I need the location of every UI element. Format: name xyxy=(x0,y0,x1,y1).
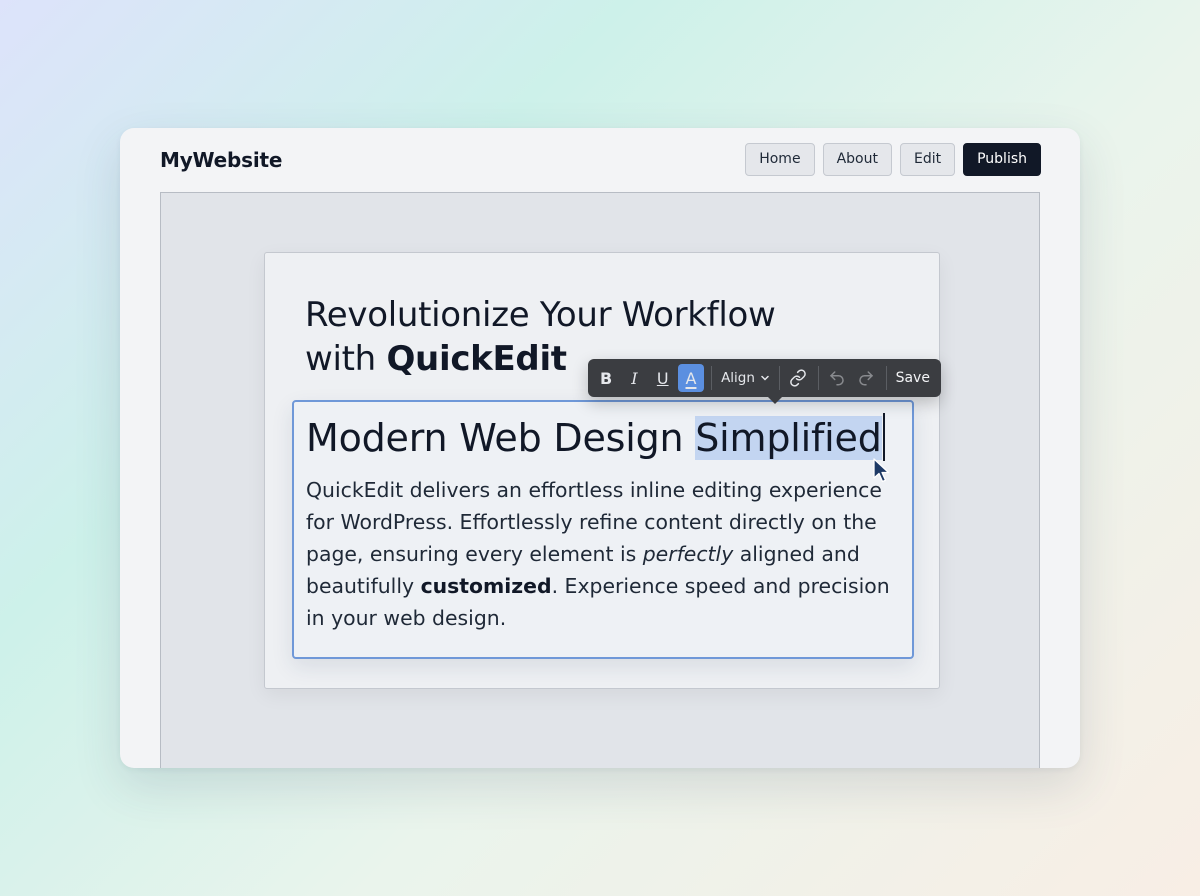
align-label: Align xyxy=(721,370,755,386)
link-icon xyxy=(790,369,806,387)
undo-button[interactable] xyxy=(824,364,850,392)
browser-window: MyWebsite Home About Edit Publish Revolu… xyxy=(120,128,1080,768)
text-color-button[interactable]: A xyxy=(677,364,705,392)
align-dropdown[interactable]: Align xyxy=(717,364,774,392)
hero-line-2-bold: QuickEdit xyxy=(386,339,567,379)
inline-format-toolbar: B I U A Align Save xyxy=(588,359,941,404)
redo-icon xyxy=(858,371,873,386)
body-italic-text: perfectly xyxy=(642,542,734,566)
hero-line-2-prefix: with xyxy=(305,339,387,379)
text-caret xyxy=(882,413,885,461)
redo-button[interactable] xyxy=(852,364,878,392)
content-card: Revolutionize Your Workflow with QuickEd… xyxy=(264,252,940,689)
underline-button[interactable]: U xyxy=(650,364,676,392)
undo-icon xyxy=(830,371,844,386)
chevron-down-icon xyxy=(761,375,769,381)
toolbar-divider xyxy=(818,366,820,390)
toolbar-divider xyxy=(711,366,713,390)
nav-home-button[interactable]: Home xyxy=(745,143,815,176)
site-nav: Home About Edit Publish xyxy=(745,143,1041,176)
link-button[interactable] xyxy=(785,364,811,392)
publish-button[interactable]: Publish xyxy=(963,143,1041,176)
mouse-pointer-icon xyxy=(873,458,890,483)
heading-selected-text[interactable]: Simplified xyxy=(695,416,882,460)
editable-heading[interactable]: Modern Web Design Simplified xyxy=(306,412,906,464)
site-brand[interactable]: MyWebsite xyxy=(160,147,282,173)
editable-paragraph[interactable]: QuickEdit delivers an effortless inline … xyxy=(306,474,902,634)
heading-text: Modern Web Design xyxy=(306,416,696,460)
hero-line-1: Revolutionize Your Workflow xyxy=(305,295,776,335)
toolbar-divider xyxy=(778,366,780,390)
bold-button[interactable]: B xyxy=(593,364,619,392)
toolbar-divider xyxy=(885,366,887,390)
italic-button[interactable]: I xyxy=(621,364,647,392)
save-button[interactable]: Save xyxy=(892,364,936,392)
nav-about-button[interactable]: About xyxy=(822,143,892,176)
editable-text-block[interactable]: Modern Web Design Simplified QuickEdit d… xyxy=(292,400,914,659)
nav-edit-button[interactable]: Edit xyxy=(899,143,956,176)
body-bold-text: customized xyxy=(420,574,552,598)
page-canvas: Revolutionize Your Workflow with QuickEd… xyxy=(160,192,1040,768)
